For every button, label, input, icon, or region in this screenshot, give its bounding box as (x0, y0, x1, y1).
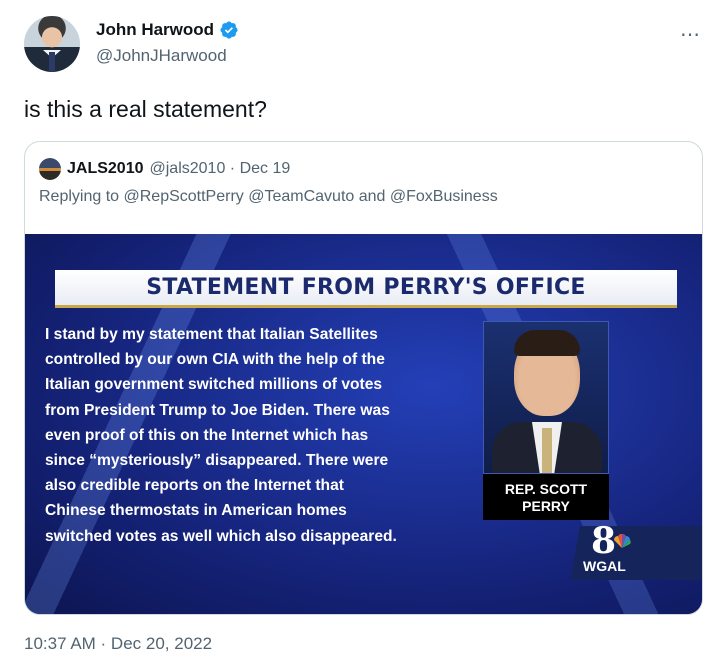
author-display-name[interactable]: John Harwood (96, 20, 214, 40)
more-options-icon[interactable]: ⋯ (680, 22, 701, 47)
statement-line: from President Trump to Joe Biden. There… (45, 401, 390, 419)
station-logo: 8 WGAL (561, 520, 702, 580)
quoted-tweet[interactable]: JALS2010 @jals2010 · Dec 19 Replying to … (24, 141, 703, 615)
tweet-text: is this a real statement? (24, 96, 267, 122)
quoted-media-image[interactable]: STATEMENT FROM PERRY'S OFFICE I stand by… (25, 234, 702, 614)
author-avatar[interactable] (24, 16, 80, 72)
portrait-hair (514, 330, 580, 356)
portrait-caption: REP. SCOTT PERRY (483, 474, 609, 520)
replying-to-text: Replying to @RepScottPerry @TeamCavuto a… (39, 188, 498, 205)
tweet-timestamp[interactable]: 10:37 AM · Dec 20, 2022 (24, 634, 212, 654)
statement-line: controlled by our own CIA with the help … (45, 351, 385, 369)
statement-line: Italian government switched millions of … (45, 376, 383, 394)
peacock-icon (614, 534, 631, 548)
statement-text: I stand by my statement that Italian Sat… (45, 322, 475, 549)
portrait-photo (483, 321, 609, 474)
avatar-tie (49, 52, 55, 72)
portrait-tie (542, 428, 552, 473)
quoted-author-meta: @jals2010 · Dec 19 (149, 160, 291, 177)
author-name-row: John Harwood (96, 20, 239, 40)
caption-line: REP. SCOTT (504, 481, 588, 497)
author-handle[interactable]: @JohnJHarwood (96, 46, 227, 66)
statement-line: I stand by my statement that Italian Sat… (45, 326, 378, 343)
station-call-letters: WGAL (583, 558, 626, 574)
statement-line: since “mysteriously” disappeared. There … (45, 452, 389, 470)
statement-line: Chinese thermostats in American homes (45, 502, 347, 520)
quoted-author-avatar[interactable] (39, 158, 61, 180)
banner-title: STATEMENT FROM PERRY'S OFFICE (146, 275, 586, 300)
statement-line: even proof of this on the Internet which… (45, 426, 369, 444)
statement-line: also credible reports on the Internet th… (45, 477, 344, 495)
quoted-tweet-header: JALS2010 @jals2010 · Dec 19 (39, 158, 290, 180)
verified-badge-icon (220, 21, 238, 39)
statement-banner: STATEMENT FROM PERRY'S OFFICE (55, 270, 677, 308)
caption-line: PERRY (522, 498, 570, 514)
quoted-author-name[interactable]: JALS2010 (67, 160, 144, 178)
statement-line: switched votes as well which also disapp… (45, 527, 397, 545)
